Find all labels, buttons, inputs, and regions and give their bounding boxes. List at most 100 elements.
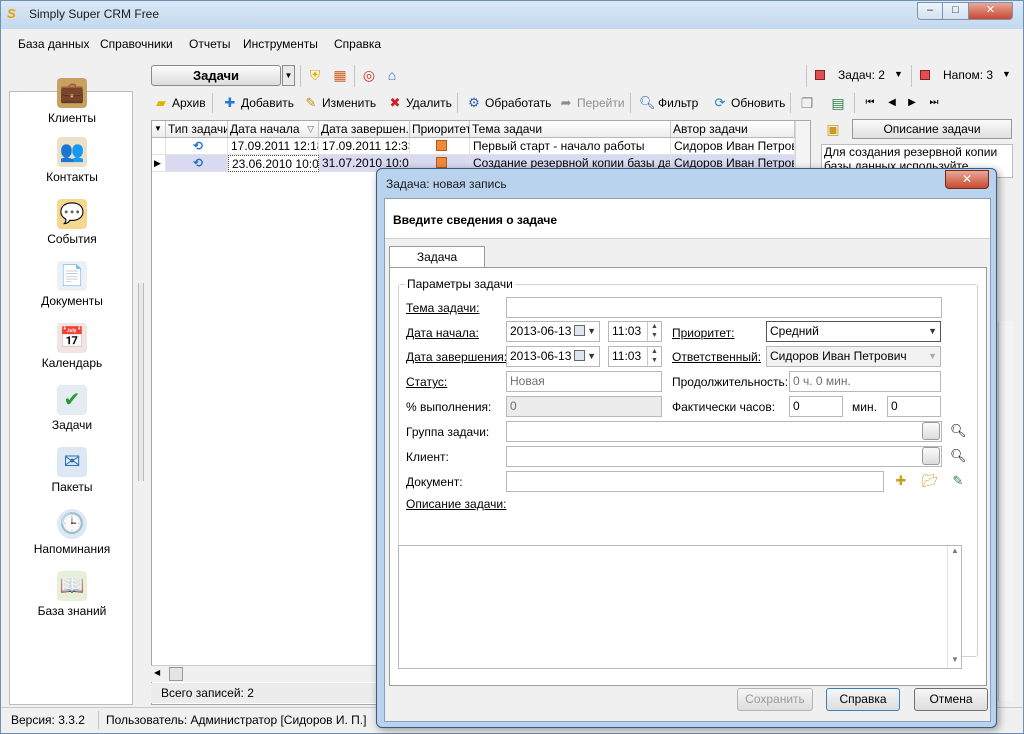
reminders-indicator-icon — [920, 70, 930, 80]
delete-button[interactable]: ✖ Удалить — [387, 94, 452, 112]
search-icon[interactable]: 🔍︎ — [950, 423, 967, 439]
grid-horizontal-scrollbar[interactable]: ◀ — [151, 665, 381, 682]
next-record-icon[interactable]: ▶ — [903, 94, 921, 112]
archive-button[interactable]: ▰ Архив — [153, 94, 206, 112]
sidebar-item-calendar[interactable]: 📅 Календарь — [10, 323, 134, 370]
first-record-icon[interactable]: ⏮ — [861, 94, 879, 112]
edit-document-icon[interactable]: ✎ — [950, 473, 966, 489]
priority-select[interactable]: Средний ▼ — [766, 321, 941, 342]
sidebar-item-contacts[interactable]: 👥 Контакты — [10, 137, 134, 184]
col-header-end[interactable]: Дата завершен... — [319, 121, 410, 138]
new-document-icon[interactable]: ✚ — [893, 473, 909, 489]
table-cell[interactable] — [410, 138, 470, 155]
menu-references[interactable]: Справочники — [100, 37, 173, 51]
ellipsis-button[interactable] — [922, 422, 940, 440]
chevron-down-icon[interactable]: ▼ — [282, 65, 295, 86]
save-button[interactable]: Сохранить — [737, 688, 813, 711]
add-button[interactable]: ✚ Добавить — [222, 94, 295, 112]
scroll-left-icon[interactable]: ◀ — [154, 668, 160, 677]
lifebuoy-icon[interactable]: ◎ — [360, 66, 378, 84]
record-count: Всего записей: 2 — [161, 686, 254, 700]
label-start-date: Дата начала: — [406, 326, 479, 340]
right-panel-scrollbar[interactable] — [998, 321, 1013, 701]
clipboard-icon[interactable]: ▣ — [824, 120, 842, 138]
spin-icon[interactable]: ▲ ▼ — [647, 347, 661, 366]
table-row[interactable]: ⟲ — [166, 138, 228, 155]
cancel-button[interactable]: Отмена — [914, 688, 988, 711]
document-field[interactable] — [506, 471, 884, 492]
dialog-close-button[interactable]: ✕ — [945, 170, 989, 189]
spin-icon[interactable]: ▲ ▼ — [647, 322, 661, 341]
filter-button[interactable]: 🔍︎ Фильтр — [639, 94, 698, 112]
client-field[interactable] — [506, 446, 942, 467]
chevron-down-icon[interactable]: ▼ — [894, 69, 903, 79]
ellipsis-button[interactable] — [922, 447, 940, 465]
topic-input[interactable] — [506, 297, 942, 318]
start-date-picker[interactable]: 2013-06-13 ▼ — [506, 321, 600, 342]
windows-icon[interactable]: ▦ — [331, 66, 349, 84]
minimize-button[interactable]: – — [917, 2, 943, 20]
actual-hours-input[interactable]: 0 — [789, 396, 843, 417]
col-header-type[interactable]: Тип задачи — [166, 121, 228, 138]
search-icon[interactable]: 🔍︎ — [950, 448, 967, 464]
sidebar-item-tasks[interactable]: ✔ Задачи — [10, 385, 134, 432]
open-folder-icon[interactable]: 📂︎ — [922, 473, 939, 489]
table-cell[interactable]: Сидоров Иван Петрович — [671, 138, 795, 155]
label-end-date: Дата завершения: — [406, 350, 508, 364]
start-time-stepper[interactable]: 11:03 ▲ ▼ — [608, 321, 662, 342]
table-cell[interactable]: 17.09.2011 12:18 — [228, 138, 319, 155]
scrollbar-thumb[interactable] — [169, 667, 183, 681]
table-cell[interactable]: 23.06.2010 10:00 — [228, 155, 319, 172]
maximize-button[interactable]: □ — [942, 2, 969, 20]
help-button[interactable]: Справка — [826, 688, 900, 711]
spreadsheet-icon[interactable]: ▤ — [829, 94, 847, 112]
sidebar-item-events[interactable]: 💬 События — [10, 199, 134, 246]
actual-minutes-input[interactable]: 0 — [887, 396, 941, 417]
tasks-counter[interactable]: Задач: 2 — [838, 68, 885, 82]
description-scrollbar[interactable]: ▲ ▼ — [947, 546, 962, 668]
description-header-button[interactable]: Описание задачи — [852, 119, 1012, 139]
duration-field[interactable]: 0 ч. 0 мин. — [789, 371, 941, 392]
status-field[interactable]: Новая — [506, 371, 662, 392]
col-header-priority[interactable]: Приоритет — [410, 121, 470, 138]
end-date-picker[interactable]: 2013-06-13 ▼ — [506, 346, 600, 367]
table-cell[interactable]: Первый старт - начало работы — [470, 138, 671, 155]
end-time-stepper[interactable]: 11:03 ▲ ▼ — [608, 346, 662, 367]
table-row[interactable]: ⟲ — [166, 155, 228, 172]
task-group-field[interactable] — [506, 421, 942, 442]
menu-database[interactable]: База данных — [18, 37, 89, 51]
col-header-topic[interactable]: Тема задачи — [470, 121, 671, 138]
label-responsible: Ответственный: — [672, 350, 762, 364]
sidebar-item-knowledge-base[interactable]: 📖 База знаний — [10, 571, 134, 618]
sidebar-item-packages[interactable]: ✉ Пакеты — [10, 447, 134, 494]
table-cell[interactable]: 17.09.2011 12:33 — [319, 138, 410, 155]
menu-help[interactable]: Справка — [334, 37, 381, 51]
filter-icon[interactable]: ▼ — [152, 121, 166, 138]
col-header-start[interactable]: Дата начала ▽ — [228, 121, 319, 138]
sidebar-item-clients[interactable]: 💼 Клиенты — [10, 78, 134, 125]
prev-record-icon[interactable]: ◀ — [883, 94, 901, 112]
sidebar-splitter[interactable] — [138, 283, 144, 481]
last-record-icon[interactable]: ⏭ — [925, 94, 943, 112]
menu-reports[interactable]: Отчеты — [189, 37, 230, 51]
responsible-select[interactable]: Сидоров Иван Петрович ▼ — [766, 346, 941, 367]
percent-field[interactable]: 0 — [506, 396, 662, 417]
dialog-heading: Введите сведения о задаче — [393, 213, 558, 227]
description-textarea[interactable]: ▲ ▼ — [398, 545, 962, 669]
process-button[interactable]: ⚙ Обработать — [466, 94, 551, 112]
shield-icon[interactable]: ⛨ — [306, 66, 324, 84]
close-button[interactable]: ✕ — [968, 2, 1013, 20]
sidebar-item-reminders[interactable]: 🕒 Напоминания — [10, 509, 134, 556]
goto-button[interactable]: ➦ Перейти — [558, 94, 625, 112]
refresh-button[interactable]: ⟳ Обновить — [712, 94, 786, 112]
home-icon[interactable]: ⌂ — [383, 66, 401, 84]
copy-icon[interactable]: ❐ — [798, 94, 816, 112]
col-header-author[interactable]: Автор задачи — [671, 121, 795, 138]
reminders-counter[interactable]: Напом: 3 — [943, 68, 993, 82]
section-dropdown[interactable]: Задачи — [151, 65, 281, 86]
menu-tools[interactable]: Инструменты — [243, 37, 318, 51]
chevron-down-icon[interactable]: ▼ — [1002, 69, 1011, 79]
edit-button[interactable]: ✎ Изменить — [303, 94, 377, 112]
tab-task[interactable]: Задача — [389, 246, 485, 268]
sidebar-item-documents[interactable]: 📄 Документы — [10, 261, 134, 308]
